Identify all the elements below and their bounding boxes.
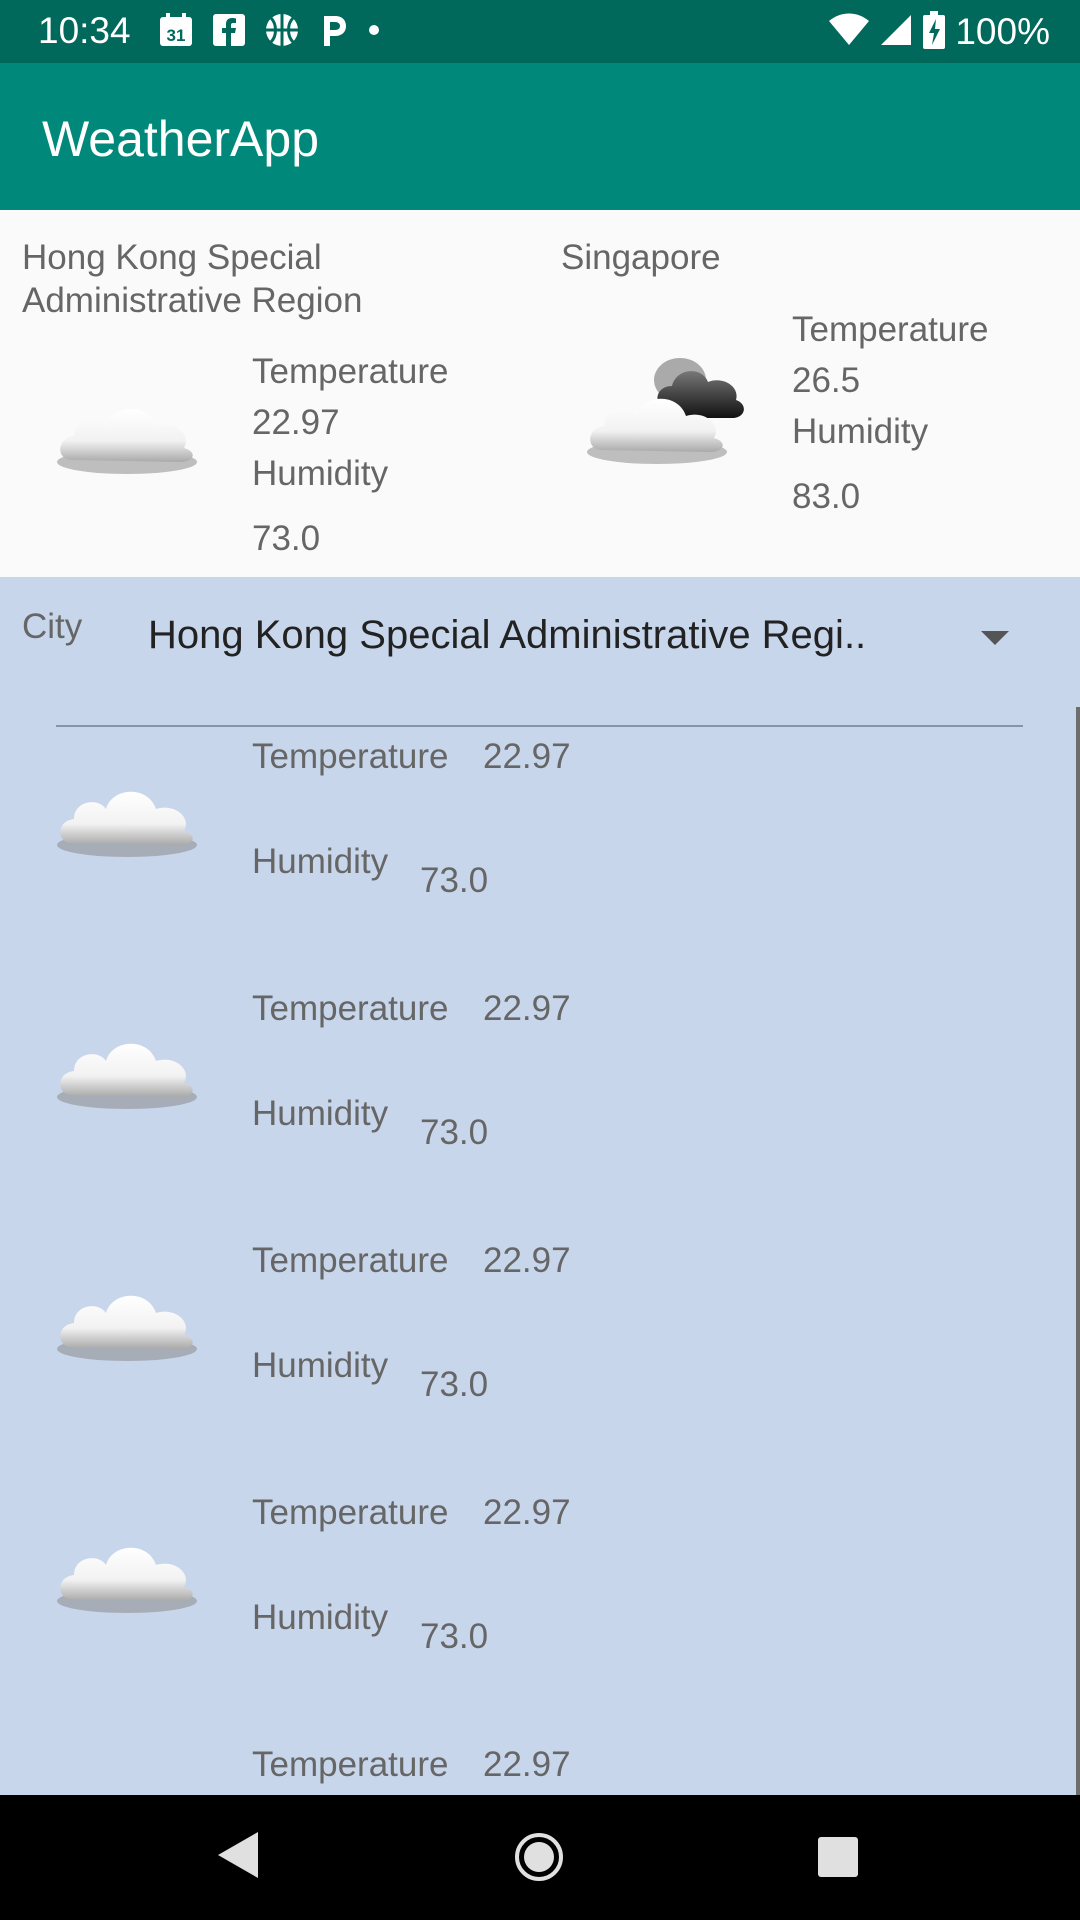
dot-icon bbox=[368, 23, 380, 41]
forecast-item[interactable]: Temperature 22.97 Humidity 73.0 bbox=[0, 1241, 1080, 1493]
temperature-label: Temperature bbox=[252, 737, 449, 776]
humidity-label: Humidity bbox=[252, 842, 389, 881]
humidity-label: Humidity bbox=[252, 454, 389, 493]
cloud-dark-cloud-icon bbox=[587, 358, 744, 464]
battery-percent: 100% bbox=[955, 11, 1050, 52]
calendar-day: 31 bbox=[167, 26, 186, 45]
facebook-icon bbox=[212, 13, 246, 52]
city-name: Hong Kong Special Administrative Region bbox=[22, 238, 363, 320]
temperature-value: 22.97 bbox=[483, 1241, 571, 1280]
cloud-icon bbox=[52, 1025, 202, 1115]
city-name: Singapore bbox=[561, 238, 721, 277]
forecast-item[interactable]: Temperature 22.97 Humidity 73.0 bbox=[0, 737, 1080, 989]
temperature-label: Temperature bbox=[252, 1493, 449, 1532]
dropdown-arrow-icon bbox=[981, 631, 1009, 645]
humidity-label: Humidity bbox=[252, 1598, 389, 1637]
forecast-item[interactable]: Temperature 22.97 Humidity 73.0 bbox=[0, 989, 1080, 1241]
back-icon[interactable] bbox=[216, 1830, 260, 1880]
cloud-icon bbox=[52, 773, 202, 863]
temperature-value: 22.97 bbox=[483, 737, 571, 776]
humidity-label: Humidity bbox=[252, 1094, 389, 1133]
temperature-label: Temperature bbox=[252, 352, 449, 391]
cloud-icon bbox=[52, 1781, 202, 1795]
temperature-value: 22.97 bbox=[252, 403, 340, 442]
humidity-value: 73.0 bbox=[420, 1113, 489, 1152]
home-icon[interactable] bbox=[513, 1831, 565, 1883]
humidity-label: Humidity bbox=[252, 1346, 389, 1385]
temperature-label: Temperature bbox=[252, 989, 449, 1028]
temperature-label: Temperature bbox=[792, 310, 989, 349]
forecast-panel: City Hong Kong Special Administrative Re… bbox=[0, 577, 1080, 1795]
temperature-value: 22.97 bbox=[483, 1493, 571, 1532]
cloud-icon bbox=[52, 1277, 202, 1367]
temperature-value: 26.5 bbox=[792, 361, 861, 400]
battery-charging-icon bbox=[923, 10, 946, 54]
recents-icon[interactable] bbox=[816, 1835, 860, 1879]
city-select-underline bbox=[56, 725, 1023, 727]
calendar-icon: 31 bbox=[158, 12, 194, 53]
humidity-value: 73.0 bbox=[420, 861, 489, 900]
cloud-icon bbox=[52, 1529, 202, 1619]
temperature-label: Temperature bbox=[252, 1241, 449, 1280]
forecast-item[interactable]: Temperature 22.97 Humidity 73.0 bbox=[0, 1493, 1080, 1745]
navigation-bar bbox=[0, 1795, 1080, 1920]
forecast-item[interactable]: Temperature 22.97 bbox=[0, 1745, 1080, 1795]
summary-section: Hong Kong Special Administrative Region … bbox=[0, 210, 1080, 577]
signal-icon bbox=[879, 13, 913, 52]
humidity-value: 83.0 bbox=[792, 477, 861, 516]
cloud-icon bbox=[52, 390, 202, 480]
temperature-value: 22.97 bbox=[483, 989, 571, 1028]
wifi-icon bbox=[829, 13, 870, 52]
parking-icon bbox=[318, 12, 350, 53]
humidity-value: 73.0 bbox=[252, 519, 321, 558]
app-bar: WeatherApp bbox=[0, 63, 1080, 210]
humidity-value: 73.0 bbox=[420, 1365, 489, 1404]
status-time: 10:34 bbox=[38, 10, 131, 51]
temperature-label: Temperature bbox=[252, 1745, 449, 1784]
city-select[interactable]: Hong Kong Special Administrative Regi.. bbox=[56, 613, 1023, 727]
app-title: WeatherApp bbox=[42, 111, 320, 167]
city-select-value: Hong Kong Special Administrative Regi.. bbox=[148, 613, 867, 657]
temperature-value: 22.97 bbox=[483, 1745, 571, 1784]
humidity-value: 73.0 bbox=[420, 1617, 489, 1656]
humidity-label: Humidity bbox=[792, 412, 929, 451]
status-bar: 10:34 31 100% bbox=[0, 0, 1080, 63]
basketball-icon bbox=[264, 12, 300, 53]
